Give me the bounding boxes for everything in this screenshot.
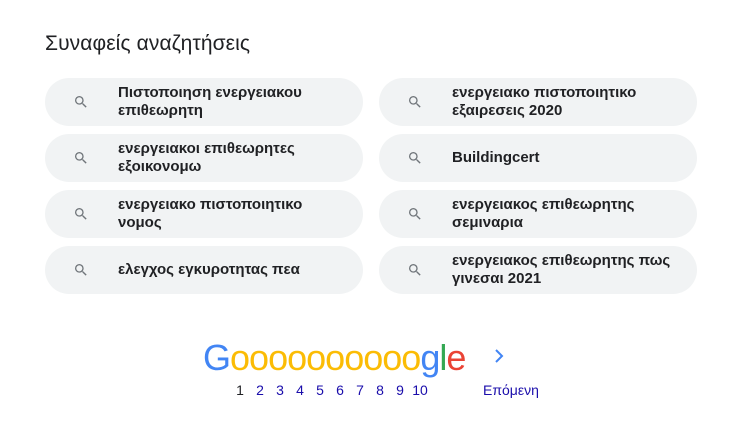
logo-letter: o — [344, 337, 364, 378]
search-icon — [73, 206, 89, 222]
logo-letter: e — [446, 337, 466, 378]
related-search-chip[interactable]: ελεγχος εγκυροτητας πεα — [45, 246, 363, 294]
related-search-chip[interactable]: ενεργειακοι επιθεωρητες εξοικονομω — [45, 134, 363, 182]
related-searches-heading: Συναφείς αναζητήσεις — [45, 32, 251, 55]
logo-letter: o — [268, 337, 288, 378]
page-link[interactable]: 2 — [250, 382, 270, 398]
search-icon — [73, 262, 89, 278]
page-link[interactable]: 9 — [390, 382, 410, 398]
page-link[interactable]: 3 — [270, 382, 290, 398]
pagination: Goooooooooogle 1 2 3 4 5 6 7 8 9 10 Επόμ… — [0, 338, 743, 408]
page-link[interactable]: 5 — [310, 382, 330, 398]
next-page-link[interactable]: Επόμενη — [483, 382, 539, 398]
related-search-chip[interactable]: Buildingcert — [379, 134, 697, 182]
logo-letter: o — [382, 337, 402, 378]
logo-letter: l — [439, 337, 447, 378]
related-search-label: ελεγχος εγκυροτητας πεα — [118, 261, 300, 278]
logo-letter: o — [363, 337, 383, 378]
logo-letter: o — [249, 337, 269, 378]
logo-letter: o — [401, 337, 421, 378]
related-search-label: ενεργειακο πιστοποιητικο εξαιρεσεις 2020 — [452, 84, 637, 119]
related-search-chip[interactable]: ενεργειακος επιθεωρητης πως γινεσαι 2021 — [379, 246, 697, 294]
logo-letter: o — [325, 337, 345, 378]
search-icon — [407, 206, 423, 222]
related-search-chip[interactable]: Πιστοποιηση ενεργειακου επιθεωρητη — [45, 78, 363, 126]
related-search-label: ενεργειακοι επιθεωρητες εξοικονομω — [118, 140, 295, 175]
related-search-chip[interactable]: ενεργειακος επιθεωρητης σεμιναρια — [379, 190, 697, 238]
related-search-label: ενεργειακος επιθεωρητης σεμιναρια — [452, 196, 635, 231]
related-search-label: ενεργειακος επιθεωρητης πως γινεσαι 2021 — [452, 252, 671, 287]
page-link[interactable]: 6 — [330, 382, 350, 398]
search-icon — [73, 94, 89, 110]
search-icon — [407, 150, 423, 166]
logo-letter: o — [306, 337, 326, 378]
page-numbers: 1 2 3 4 5 6 7 8 9 10 — [230, 382, 430, 398]
related-search-chip[interactable]: ενεργειακο πιστοποιητικο νομος — [45, 190, 363, 238]
logo-letter: o — [230, 337, 250, 378]
page-link-current: 1 — [236, 382, 244, 398]
search-icon — [407, 94, 423, 110]
page-link[interactable]: 7 — [350, 382, 370, 398]
search-icon — [73, 150, 89, 166]
page-link[interactable]: 10 — [410, 382, 430, 398]
related-search-label: Πιστοποιηση ενεργειακου επιθεωρητη — [118, 84, 302, 119]
page-link[interactable]: 8 — [370, 382, 390, 398]
page-link[interactable]: 4 — [290, 382, 310, 398]
related-search-label: ενεργειακο πιστοποιητικο νομος — [118, 196, 303, 231]
search-icon — [407, 262, 423, 278]
logo-letter: o — [287, 337, 307, 378]
chevron-right-icon[interactable] — [493, 348, 505, 369]
logo-letter: g — [420, 337, 440, 378]
logo-letter: G — [203, 337, 231, 378]
related-search-label: Buildingcert — [452, 149, 540, 166]
related-searches-grid: Πιστοποιηση ενεργειακου επιθεωρητη ενεργ… — [45, 78, 697, 294]
google-logo: Goooooooooogle — [203, 337, 466, 378]
related-search-chip[interactable]: ενεργειακο πιστοποιητικο εξαιρεσεις 2020 — [379, 78, 697, 126]
